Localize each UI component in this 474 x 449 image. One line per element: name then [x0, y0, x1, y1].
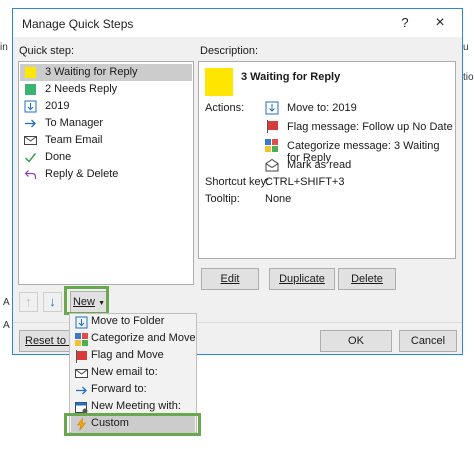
arrow-down-icon: ↓: [49, 294, 56, 309]
description-panel: 3 Waiting for Reply Actions: Move to: 20…: [198, 61, 456, 259]
menu-item-flag-and-move[interactable]: Flag and Move: [71, 348, 195, 365]
action-text: Mark as read: [287, 159, 352, 171]
move-to-folder-icon: [24, 100, 37, 113]
forward-arrow-icon: [74, 384, 88, 397]
list-item[interactable]: Team Email: [20, 132, 192, 149]
ok-button[interactable]: OK: [320, 330, 392, 352]
arrow-up-icon: ↑: [25, 294, 32, 309]
delete-button[interactable]: Delete: [338, 268, 396, 290]
action-text: Move to: 2019: [287, 102, 357, 114]
menu-item-label: New Meeting with:: [91, 400, 181, 412]
background-text: A: [3, 297, 10, 308]
menu-item-label: Flag and Move: [91, 349, 164, 361]
list-item-label: Reply & Delete: [45, 168, 119, 180]
menu-item-label: Categorize and Move: [91, 332, 196, 344]
quick-steps-list[interactable]: 3 Waiting for Reply 2 Needs Reply 2019 T…: [18, 61, 194, 285]
background-document: in A A: [0, 0, 12, 449]
list-item[interactable]: Done: [20, 149, 192, 166]
menu-item-label: Forward to:: [91, 383, 147, 395]
reply-arrow-icon: [24, 168, 37, 181]
move-down-button[interactable]: ↓: [43, 292, 62, 312]
list-item-label: To Manager: [45, 117, 104, 129]
background-text: A: [3, 320, 10, 331]
move-up-button[interactable]: ↑: [19, 292, 38, 312]
tooltip-value: None: [265, 193, 292, 205]
menu-item-label: Move to Folder: [91, 315, 165, 327]
tooltip-label: Tooltip:: [205, 193, 240, 205]
checkmark-icon: [24, 151, 37, 164]
flag-icon: [74, 350, 88, 363]
list-item[interactable]: 2019: [20, 98, 192, 115]
help-button[interactable]: ?: [395, 13, 415, 33]
move-to-folder-icon: [265, 101, 279, 115]
list-item-label: Done: [45, 151, 72, 163]
green-category-icon: [25, 84, 36, 95]
background-text: u: [463, 42, 469, 53]
list-item-label: 2 Needs Reply: [45, 83, 118, 95]
shortcut-key-label: Shortcut key:: [205, 176, 270, 188]
menu-item-forward-to[interactable]: Forward to:: [71, 382, 195, 399]
categorize-icon: [265, 139, 279, 153]
title-bar: Manage Quick Steps ? ×: [13, 9, 462, 37]
cancel-button[interactable]: Cancel: [399, 330, 457, 352]
menu-item-categorize-and-move[interactable]: Categorize and Move: [71, 331, 196, 348]
list-item[interactable]: 2 Needs Reply: [20, 81, 192, 98]
list-item[interactable]: Reply & Delete: [20, 166, 192, 183]
action-text: Flag message: Follow up No Date: [287, 121, 453, 133]
forward-arrow-icon: [24, 117, 37, 130]
list-item[interactable]: To Manager: [20, 115, 192, 132]
yellow-category-icon: [25, 67, 36, 78]
list-item-label: Team Email: [45, 134, 103, 146]
close-button[interactable]: ×: [430, 13, 450, 33]
open-envelope-icon: [265, 158, 279, 172]
list-item[interactable]: 3 Waiting for Reply: [20, 64, 192, 81]
description-label: Description:: [200, 45, 259, 57]
flag-icon: [265, 120, 279, 134]
duplicate-button[interactable]: Duplicate: [269, 268, 335, 290]
shortcut-key-value: CTRL+SHIFT+3: [265, 176, 345, 188]
edit-button[interactable]: Edit: [201, 268, 259, 290]
background-text: in: [0, 42, 8, 53]
envelope-icon: [74, 367, 88, 380]
envelope-icon: [24, 134, 37, 147]
quick-step-name: 3 Waiting for Reply: [241, 71, 341, 83]
yellow-category-icon: [205, 68, 233, 96]
quick-step-label: Quick step:: [19, 45, 75, 57]
custom-item-highlight: [64, 413, 201, 436]
list-item-label: 3 Waiting for Reply: [45, 66, 138, 78]
dialog-title: Manage Quick Steps: [22, 17, 134, 31]
move-to-folder-icon: [74, 316, 88, 329]
new-button-highlight: [64, 286, 109, 315]
menu-item-new-email-to[interactable]: New email to:: [71, 365, 195, 382]
categorize-icon: [74, 333, 88, 346]
list-item-label: 2019: [45, 100, 70, 112]
actions-label: Actions:: [205, 102, 245, 114]
menu-item-move-to-folder[interactable]: Move to Folder: [71, 314, 195, 331]
menu-item-label: New email to:: [91, 366, 158, 378]
